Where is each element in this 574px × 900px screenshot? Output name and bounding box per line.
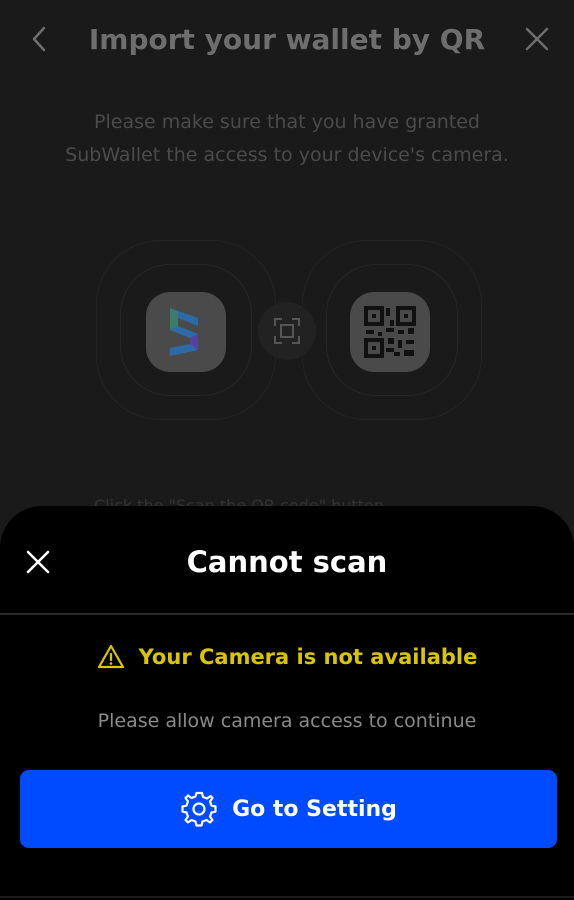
go-to-setting-label: Go to Setting [232,796,397,822]
scan-frame-icon [274,318,300,344]
qr-code-tile [350,292,430,372]
page-description: Please make sure that you have granted S… [65,111,509,166]
gear-icon [181,791,217,827]
warning-icon [97,644,124,669]
subwallet-logo-icon [170,308,198,356]
scan-frame [258,302,316,360]
qr-code-icon [364,306,416,358]
sheet-title: Cannot scan [186,545,388,579]
divider [0,613,574,615]
scan-illustration [96,240,482,424]
header: Import your wallet by QR [0,0,574,80]
warning-text: Your Camera is not available [138,645,478,669]
home-indicator-line [0,896,574,898]
close-button[interactable] [520,22,554,56]
close-icon [525,27,549,51]
go-to-setting-button[interactable]: Go to Setting [20,770,557,848]
page-title: Import your wallet by QR [88,23,486,56]
warning-row: Your Camera is not available [0,644,574,670]
cannot-scan-sheet: Cannot scan Your Camera is not available… [0,506,574,900]
subwallet-logo [146,292,226,372]
camera-access-message: Please allow camera access to continue [97,710,477,732]
